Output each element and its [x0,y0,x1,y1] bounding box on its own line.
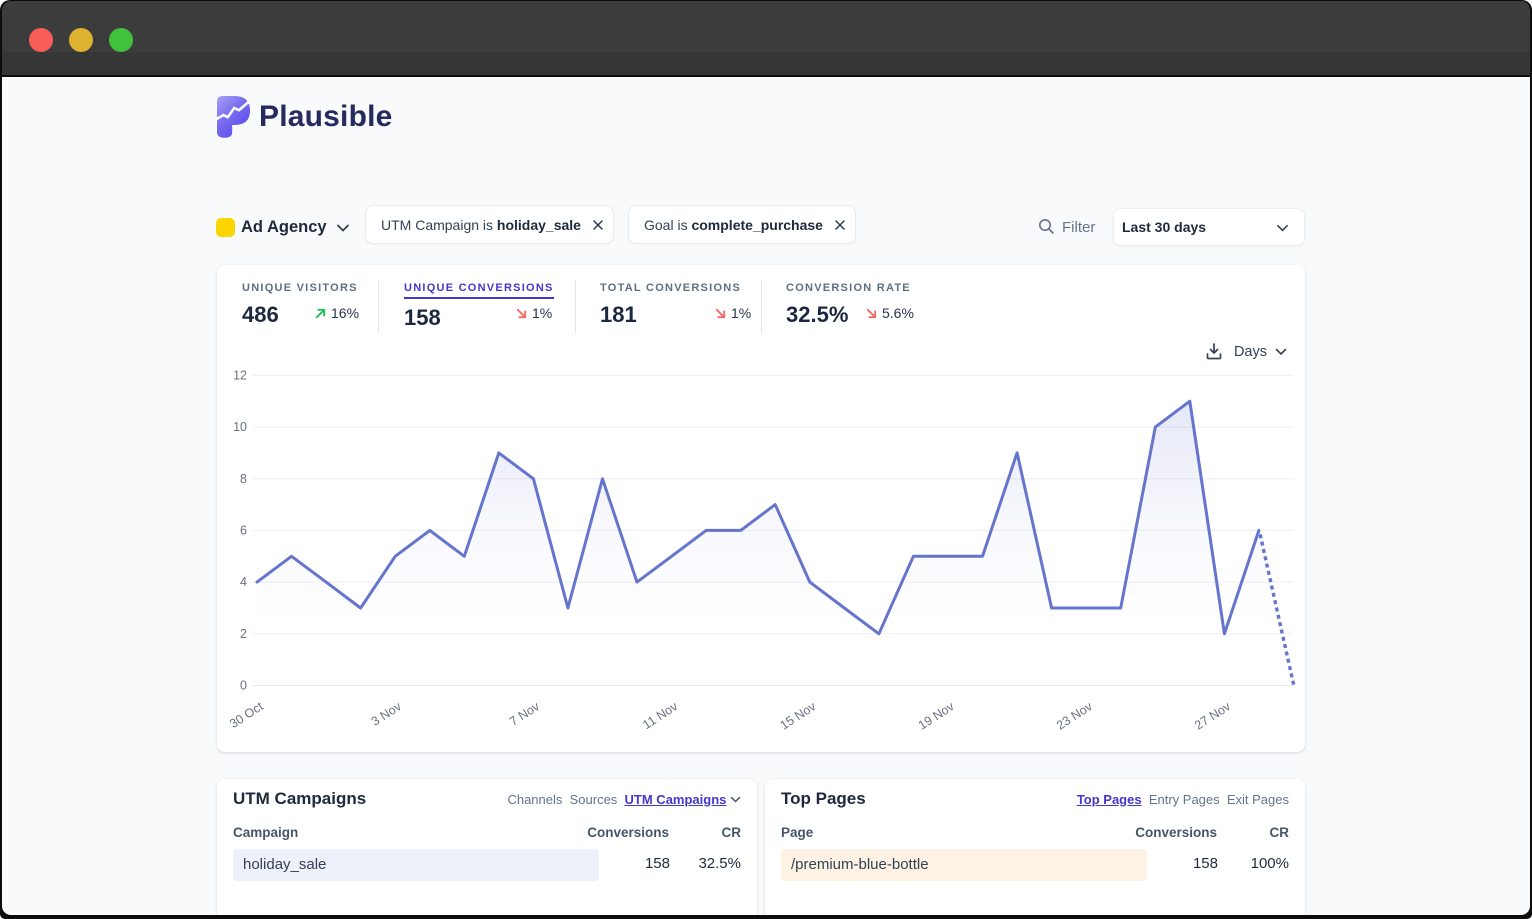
svg-text:2: 2 [240,627,247,641]
svg-text:0: 0 [240,679,247,693]
svg-text:11 Nov: 11 Nov [640,699,681,732]
svg-text:30 Oct: 30 Oct [227,699,266,731]
svg-text:12: 12 [233,368,247,382]
svg-text:10: 10 [233,420,247,434]
svg-text:27 Nov: 27 Nov [1192,699,1233,733]
svg-text:19 Nov: 19 Nov [916,699,957,733]
svg-text:8: 8 [240,472,247,486]
svg-text:6: 6 [240,523,247,537]
svg-text:23 Nov: 23 Nov [1054,699,1095,733]
svg-text:7 Nov: 7 Nov [507,699,543,729]
svg-text:15 Nov: 15 Nov [778,699,819,733]
svg-text:3 Nov: 3 Nov [369,699,405,729]
svg-text:4: 4 [240,575,247,589]
